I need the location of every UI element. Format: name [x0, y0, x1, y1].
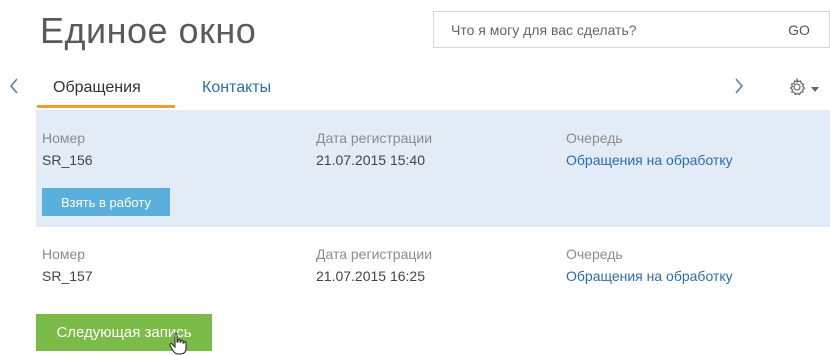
take-to-work-button[interactable]: Взять в работу	[42, 188, 170, 216]
queue-link[interactable]: Обращения на обработку	[566, 268, 733, 284]
settings-button[interactable]	[787, 77, 827, 101]
gear-icon	[787, 77, 807, 102]
search-box: GO	[433, 11, 830, 48]
queue-link[interactable]: Обращения на обработку	[566, 152, 733, 168]
number-label: Номер	[42, 246, 86, 262]
number-value: SR_157	[42, 268, 93, 284]
number-label: Номер	[42, 130, 86, 146]
date-value: 21.07.2015 16:25	[316, 268, 425, 284]
hand-cursor-icon	[168, 332, 192, 355]
search-input[interactable]	[434, 12, 769, 47]
active-tab-indicator	[37, 105, 175, 108]
tabs-bar: Обращения Контакты	[0, 70, 830, 108]
go-button[interactable]: GO	[769, 12, 829, 47]
chevron-left-icon[interactable]	[8, 76, 26, 98]
chevron-right-icon[interactable]	[733, 76, 751, 98]
caret-down-icon	[811, 80, 819, 98]
page-title: Единое окно	[40, 10, 257, 51]
queue-label: Очередь	[566, 130, 623, 146]
date-label: Дата регистрации	[316, 246, 433, 262]
date-label: Дата регистрации	[316, 130, 433, 146]
tab-contacts[interactable]: Контакты	[202, 79, 271, 97]
queue-label: Очередь	[566, 246, 623, 262]
tab-appeals[interactable]: Обращения	[53, 79, 141, 97]
record-card[interactable]: Номер SR_156 Дата регистрации 21.07.2015…	[36, 110, 830, 227]
record-card[interactable]: Номер SR_157 Дата регистрации 21.07.2015…	[36, 228, 830, 355]
number-value: SR_156	[42, 152, 93, 168]
date-value: 21.07.2015 15:40	[316, 152, 425, 168]
